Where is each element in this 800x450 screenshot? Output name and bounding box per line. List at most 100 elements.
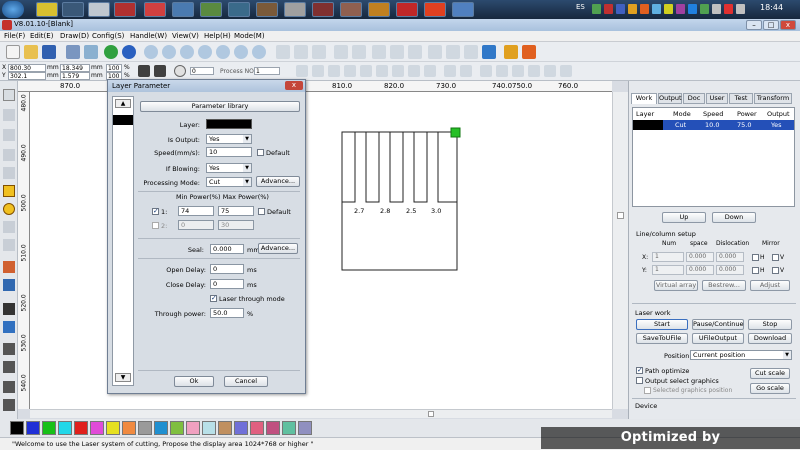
x-mirror-v-checkbox[interactable] (772, 254, 779, 261)
menu-handle[interactable]: Handle(W) (130, 32, 167, 40)
menu-draw[interactable]: Draw(D) (60, 32, 89, 40)
tab-test[interactable]: Test (729, 93, 753, 104)
color-swatch[interactable] (74, 421, 88, 435)
align-center-icon[interactable] (360, 65, 372, 77)
virtual-array-button[interactable]: Virtual array (654, 280, 698, 291)
special-tool-icon[interactable] (522, 45, 536, 59)
curve-icon[interactable] (3, 167, 15, 179)
processing-mode-select[interactable]: Cut ▼ (206, 177, 252, 187)
scroll-up-icon[interactable]: ▲ (115, 99, 131, 108)
start-button[interactable] (2, 1, 24, 18)
layer-color-item[interactable] (113, 115, 133, 125)
menu-help[interactable]: Help(H) (204, 32, 231, 40)
menu-mode[interactable]: Mode(M) (234, 32, 265, 40)
volume-icon[interactable] (736, 4, 745, 14)
tray-icon[interactable] (712, 4, 721, 14)
seal-field[interactable]: 0.000 (210, 244, 244, 254)
text-icon[interactable] (3, 221, 15, 233)
app-icon[interactable] (256, 2, 278, 17)
arrow-center-icon[interactable] (544, 65, 556, 77)
zoom-out-icon[interactable] (162, 45, 176, 59)
height-field[interactable]: 1.579 (60, 72, 90, 80)
scale-x-field[interactable]: 100 (106, 64, 122, 72)
tab-transform[interactable]: Transform (754, 93, 792, 104)
vertical-scrollbar[interactable] (612, 92, 628, 409)
default-speed-checkbox[interactable] (257, 149, 264, 156)
pan-icon[interactable] (252, 45, 266, 59)
laser-through-checkbox[interactable] (210, 294, 217, 302)
color-swatch[interactable] (26, 421, 40, 435)
is-output-select[interactable]: Yes ▼ (206, 134, 252, 144)
horizontal-scrollbar[interactable] (30, 409, 612, 418)
arrow-up-right-icon[interactable] (496, 65, 508, 77)
same-width-icon[interactable] (392, 65, 404, 77)
selected-graphics-checkbox[interactable] (644, 387, 651, 394)
app-icon[interactable] (200, 2, 222, 17)
tray-icon[interactable] (688, 4, 697, 14)
monitor-icon[interactable] (482, 45, 496, 59)
tray-icon[interactable] (700, 4, 709, 14)
arrow-icon[interactable] (560, 65, 572, 77)
tab-user[interactable]: User (706, 93, 728, 104)
close-delay-field[interactable]: 0 (210, 279, 244, 289)
color-swatch[interactable] (122, 421, 136, 435)
app-icon[interactable] (114, 2, 136, 17)
minimize-button[interactable]: – (746, 20, 762, 30)
select-rect-icon[interactable] (276, 45, 290, 59)
color-swatch[interactable] (138, 421, 152, 435)
color-swatch[interactable] (10, 421, 24, 435)
color-swatch[interactable] (282, 421, 296, 435)
rotate-icon[interactable] (372, 45, 386, 59)
through-power-field[interactable]: 50.0 (210, 308, 244, 318)
default-power-checkbox[interactable] (258, 208, 265, 215)
x-mirror-h-checkbox[interactable] (752, 254, 759, 261)
color-swatch[interactable] (202, 421, 216, 435)
y-mirror-h-checkbox[interactable] (752, 267, 759, 274)
scroll-thumb[interactable] (617, 212, 624, 219)
dialog-titlebar[interactable]: Layer Parameter x (108, 80, 305, 92)
arrow-down-left-icon[interactable] (512, 65, 524, 77)
tray-icon[interactable] (604, 4, 613, 14)
power-row1-checkbox[interactable] (152, 207, 159, 215)
export-icon[interactable] (84, 45, 98, 59)
grid-array-icon[interactable] (3, 279, 15, 291)
align-bottom-icon[interactable] (344, 65, 356, 77)
grid-icon[interactable] (312, 45, 326, 59)
save-icon[interactable] (42, 45, 56, 59)
color-swatch[interactable] (170, 421, 184, 435)
center-icon[interactable] (154, 65, 166, 77)
align-right-icon[interactable] (312, 65, 324, 77)
app-icon[interactable] (396, 2, 418, 17)
app-icon[interactable] (312, 2, 334, 17)
x-space-field[interactable]: 0.000 (686, 252, 714, 262)
app-icon[interactable] (36, 2, 58, 17)
scroll-thumb[interactable] (428, 411, 434, 417)
menu-config[interactable]: Config(S) (92, 32, 124, 40)
color-swatch[interactable] (234, 421, 248, 435)
tray-icon[interactable] (592, 4, 601, 14)
arrow-up-left-icon[interactable] (480, 65, 492, 77)
same-size-icon[interactable] (424, 65, 436, 77)
advance-button[interactable]: Advance... (256, 176, 300, 187)
close-button[interactable]: x (780, 20, 796, 30)
zoom-in-icon[interactable] (144, 45, 158, 59)
node-edit-icon[interactable] (294, 45, 308, 59)
browser-icon[interactable] (144, 2, 166, 17)
color-swatch[interactable] (186, 421, 200, 435)
app-icon[interactable] (284, 2, 306, 17)
layer-list[interactable]: ▲ ▼ (112, 96, 134, 386)
tray-icon[interactable] (628, 4, 637, 14)
open-delay-field[interactable]: 0 (210, 264, 244, 274)
tab-doc[interactable]: Doc (683, 93, 705, 104)
y-disloc-field[interactable]: 0.000 (716, 265, 744, 275)
layer-down-button[interactable]: Down (712, 212, 756, 223)
clock[interactable]: 18:44 (760, 3, 783, 12)
layer-color-box[interactable] (206, 119, 252, 129)
maximize-button[interactable]: □ (763, 20, 779, 30)
point-icon[interactable] (3, 239, 15, 251)
x-num-field[interactable]: 1 (652, 252, 684, 262)
color-swatch[interactable] (250, 421, 264, 435)
language-indicator[interactable]: ES (576, 3, 585, 11)
align-middle-icon[interactable] (376, 65, 388, 77)
app-icon[interactable] (88, 2, 110, 17)
